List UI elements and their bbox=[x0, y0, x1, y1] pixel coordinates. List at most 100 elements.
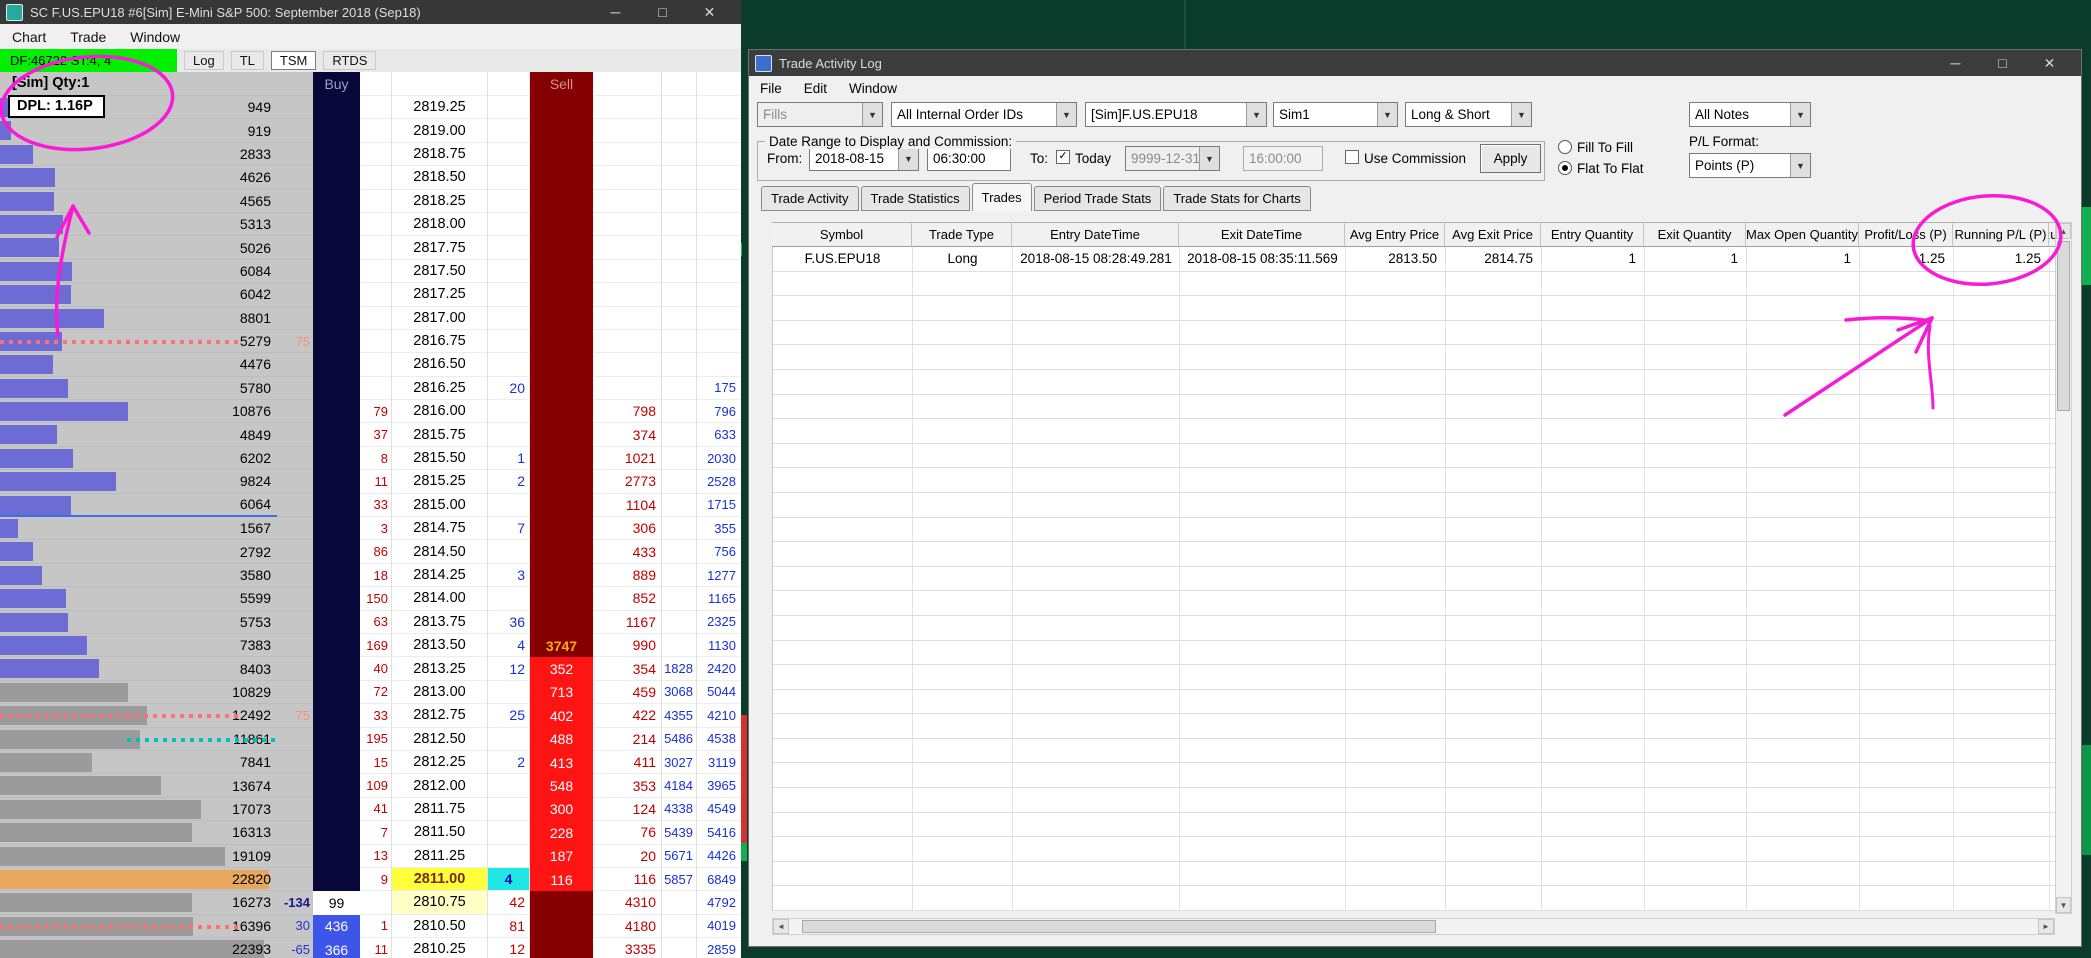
dom-sell-cell[interactable] bbox=[530, 517, 593, 541]
tsm-button[interactable]: TSM bbox=[270, 51, 317, 70]
chevron-down-icon[interactable]: ▼ bbox=[1056, 103, 1076, 126]
dom-bid-size-cell[interactable] bbox=[488, 142, 530, 167]
dom-buy-cell[interactable]: 99 bbox=[313, 891, 360, 915]
dom-sell-cell[interactable] bbox=[530, 189, 593, 213]
dom-buy-cell[interactable] bbox=[313, 353, 360, 377]
dom-sell-cell[interactable] bbox=[530, 423, 593, 447]
dom-sell-cell[interactable]: 3747 bbox=[530, 633, 593, 658]
dom-sell-cell[interactable] bbox=[530, 283, 593, 307]
dom-sell-cell[interactable]: 713 bbox=[530, 680, 593, 705]
dom-sell-cell[interactable] bbox=[530, 166, 593, 190]
dom-sell-cell[interactable]: 402 bbox=[530, 704, 593, 728]
dom-price-cell[interactable]: 2814.00 bbox=[392, 587, 488, 611]
chevron-down-icon[interactable]: ▼ bbox=[1790, 103, 1810, 126]
dom-buy-cell[interactable] bbox=[313, 446, 360, 471]
dom-buy-cell[interactable] bbox=[313, 610, 360, 634]
dom-bid-size-cell[interactable] bbox=[488, 797, 530, 822]
dom-bid-size-cell[interactable]: 42 bbox=[488, 891, 530, 915]
dom-buy-cell[interactable] bbox=[313, 797, 360, 822]
dom-bid-size-cell[interactable] bbox=[488, 774, 530, 798]
dom-bid-size-cell[interactable] bbox=[488, 680, 530, 705]
dom-bid-size-cell[interactable] bbox=[488, 189, 530, 213]
dom-sell-cell[interactable] bbox=[530, 306, 593, 330]
dom-sell-cell[interactable]: 352 bbox=[530, 657, 593, 681]
chevron-down-icon[interactable]: ▼ bbox=[1246, 103, 1266, 126]
to-date-picker[interactable]: 9999-12-31 ▼ bbox=[1125, 146, 1220, 171]
dom-price-cell[interactable]: 2813.00 bbox=[392, 680, 488, 705]
tab-trades[interactable]: Trades bbox=[971, 183, 1032, 211]
dom-bid-size-cell[interactable] bbox=[488, 423, 530, 447]
dom-buy-cell[interactable] bbox=[313, 563, 360, 588]
dom-buy-cell[interactable] bbox=[313, 189, 360, 213]
order-ids-dropdown[interactable]: All Internal Order IDs ▼ bbox=[891, 102, 1077, 127]
dom-price-cell[interactable]: 2817.25 bbox=[392, 283, 488, 307]
dom-bid-size-cell[interactable] bbox=[488, 166, 530, 190]
minimize-icon[interactable]: ─ bbox=[1932, 51, 1979, 75]
fills-dropdown[interactable]: Fills ▼ bbox=[757, 102, 883, 127]
dom-price-cell[interactable]: 2810.25 bbox=[392, 938, 488, 958]
to-time-input[interactable]: 16:00:00 bbox=[1243, 146, 1323, 171]
dom-price-cell[interactable]: 2811.75 bbox=[392, 797, 488, 822]
trades-column-header[interactable]: Running P/L (P) bbox=[1953, 222, 2049, 247]
dom-buy-cell[interactable] bbox=[313, 329, 360, 354]
close-icon[interactable]: ✕ bbox=[686, 0, 733, 24]
menu-window[interactable]: Window bbox=[118, 29, 192, 45]
dom-price-cell[interactable]: 2815.50 bbox=[392, 446, 488, 471]
chevron-down-icon[interactable]: ▼ bbox=[862, 103, 882, 126]
from-date-picker[interactable]: 2018-08-15 ▼ bbox=[809, 146, 919, 171]
left-titlebar[interactable]: SC F.US.EPU18 #6[Sim] E-Mini S&P 500: Se… bbox=[0, 0, 741, 24]
dom-buy-cell[interactable] bbox=[313, 844, 360, 868]
menu-trade[interactable]: Trade bbox=[58, 29, 118, 45]
dom-buy-cell[interactable] bbox=[313, 750, 360, 775]
dom-buy-cell[interactable] bbox=[313, 587, 360, 611]
scroll-up-icon[interactable]: ▲ bbox=[2056, 223, 2071, 239]
dom-bid-size-cell[interactable] bbox=[488, 821, 530, 845]
dom-price-cell[interactable]: 2812.25 bbox=[392, 750, 488, 775]
dom-sell-cell[interactable] bbox=[530, 610, 593, 634]
trades-column-header[interactable]: Profit/Loss (P) bbox=[1859, 222, 1953, 247]
dom-bid-size-cell[interactable]: 4 bbox=[488, 633, 530, 658]
dom-bid-size-cell[interactable]: 2 bbox=[488, 750, 530, 775]
dom-bid-size-cell[interactable]: 12 bbox=[488, 657, 530, 681]
dom-buy-cell[interactable] bbox=[313, 376, 360, 401]
trades-column-header[interactable]: Entry DateTime bbox=[1012, 222, 1179, 247]
dom-price-cell[interactable]: 2814.75 bbox=[392, 517, 488, 541]
sell-column-header[interactable]: Sell bbox=[530, 72, 593, 96]
dom-price-cell[interactable]: 2814.50 bbox=[392, 540, 488, 564]
dom-sell-cell[interactable] bbox=[530, 914, 593, 939]
dom-sell-cell[interactable] bbox=[530, 353, 593, 377]
trades-column-header[interactable]: Avg Exit Price bbox=[1445, 222, 1541, 247]
dom-buy-cell[interactable] bbox=[313, 540, 360, 564]
dom-bid-size-cell[interactable]: 1 bbox=[488, 446, 530, 471]
trades-column-header[interactable]: Avg Entry Price bbox=[1345, 222, 1445, 247]
dom-bid-size-cell[interactable] bbox=[488, 212, 530, 237]
dom-sell-cell[interactable] bbox=[530, 891, 593, 915]
trades-column-header[interactable]: Max Open Quantity bbox=[1746, 222, 1859, 247]
maximize-icon[interactable]: □ bbox=[639, 0, 686, 24]
from-time-input[interactable]: 06:30:00 bbox=[927, 146, 1011, 171]
dom-buy-cell[interactable] bbox=[313, 657, 360, 681]
trades-column-header[interactable]: Entry Quantity bbox=[1541, 222, 1644, 247]
horizontal-scrollbar[interactable]: ◄ ► bbox=[772, 918, 2055, 935]
dom-bid-size-cell[interactable]: 12 bbox=[488, 938, 530, 958]
menu-file[interactable]: File bbox=[749, 81, 793, 96]
dom-bid-size-cell[interactable] bbox=[488, 844, 530, 868]
dom-buy-cell[interactable] bbox=[313, 517, 360, 541]
dom-bid-size-cell[interactable] bbox=[488, 400, 530, 424]
dom-bid-size-cell[interactable]: 36 bbox=[488, 610, 530, 634]
dom-bid-size-cell[interactable] bbox=[488, 306, 530, 330]
dom-price-cell[interactable]: 2815.75 bbox=[392, 423, 488, 447]
dom-sell-cell[interactable] bbox=[530, 446, 593, 471]
dom-price-cell[interactable]: 2813.50 bbox=[392, 633, 488, 658]
use-commission-checkbox[interactable] bbox=[1345, 150, 1359, 164]
dom-bid-size-cell[interactable]: 20 bbox=[488, 376, 530, 401]
dom-price-cell[interactable]: 2818.75 bbox=[392, 142, 488, 167]
dom-sell-cell[interactable] bbox=[530, 212, 593, 237]
dom-bid-size-cell[interactable]: 7 bbox=[488, 517, 530, 541]
dom-buy-cell[interactable] bbox=[313, 212, 360, 237]
dom-buy-cell[interactable] bbox=[313, 821, 360, 845]
dom-bid-size-cell[interactable]: 4 bbox=[488, 867, 530, 892]
dom-price-cell[interactable]: 2814.25 bbox=[392, 563, 488, 588]
rtds-button[interactable]: RTDS bbox=[323, 51, 377, 70]
tl-button[interactable]: TL bbox=[230, 51, 264, 70]
